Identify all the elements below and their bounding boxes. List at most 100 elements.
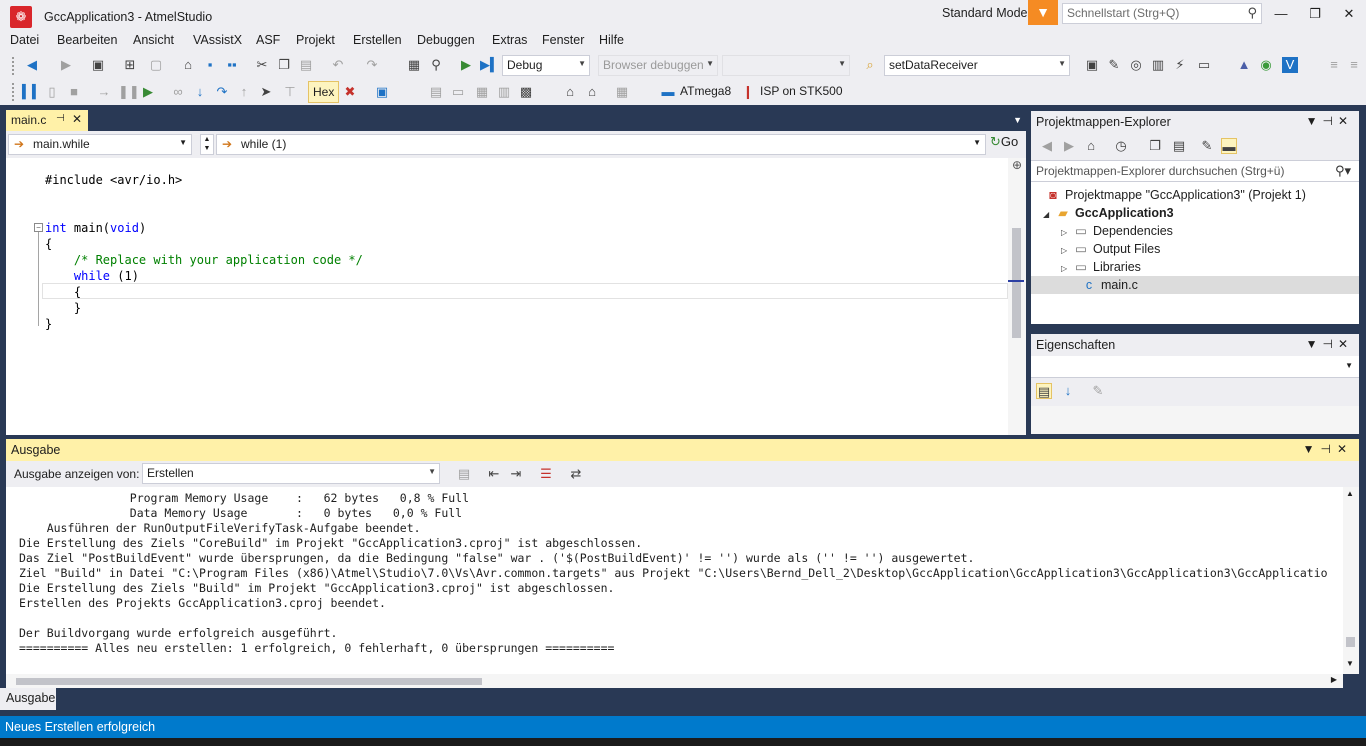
new-file-icon[interactable]: ▢ <box>148 57 164 73</box>
pin-icon[interactable]: ⊣ <box>56 113 65 124</box>
step-over-icon[interactable]: ↷ <box>214 84 230 100</box>
tree-item-libraries[interactable]: ▷ ▭ Libraries <box>1061 258 1141 276</box>
terminal-icon[interactable]: ▭ <box>1196 57 1212 73</box>
platform-combo[interactable]: ▼ <box>722 55 850 76</box>
back-icon[interactable]: ◀ <box>24 57 40 73</box>
output-source-combo[interactable]: Erstellen ▼ <box>142 463 440 484</box>
split-icon[interactable]: ⊕ <box>1010 158 1024 174</box>
tab-output[interactable]: Ausgabe <box>0 688 56 710</box>
mode-label[interactable]: Standard Mode <box>942 6 1027 20</box>
start-without-debugging-icon[interactable]: ▶▍ <box>480 57 500 73</box>
menu-fenster[interactable]: Fenster <box>542 33 584 47</box>
tree-item-dependencies[interactable]: ▷ ▭ Dependencies <box>1061 222 1173 240</box>
browser-debug-combo[interactable]: Browser debuggen ▼ <box>598 55 718 76</box>
close-icon[interactable]: ✕ <box>72 112 82 126</box>
output-horizontal-scrollbar[interactable]: ▶ <box>6 674 1343 688</box>
menu-ansicht[interactable]: Ansicht <box>133 33 174 47</box>
toolbar-grip[interactable] <box>12 57 16 75</box>
history-icon[interactable]: ◷ <box>1113 138 1129 154</box>
preview-icon[interactable]: ▬ <box>1221 138 1237 154</box>
find-in-files-icon[interactable]: ⌕ <box>862 57 878 73</box>
panel-controls[interactable]: ▼⊣✕ <box>1306 337 1353 351</box>
show-next-statement-icon[interactable]: ⊤ <box>282 84 298 100</box>
menu-erstellen[interactable]: Erstellen <box>353 33 402 47</box>
maximize-button[interactable]: ❐ <box>1300 2 1330 26</box>
tool-label[interactable]: ISP on STK500 <box>760 84 843 98</box>
forward-icon[interactable]: ▶ <box>58 57 74 73</box>
hex-toggle-button[interactable]: Hex <box>308 81 340 103</box>
menu-hilfe[interactable]: Hilfe <box>599 33 624 47</box>
continue-icon[interactable]: ▶ <box>140 84 156 100</box>
tree-item-output-files[interactable]: ▷ ▭ Output Files <box>1061 240 1160 258</box>
start-debugging-icon[interactable]: ▶ <box>458 57 474 73</box>
add-item-icon[interactable]: ⊞ <box>122 57 138 73</box>
scrollbar-thumb[interactable] <box>16 678 482 685</box>
menu-debuggen[interactable]: Debuggen <box>417 33 475 47</box>
copy-icon[interactable]: ❐ <box>276 57 292 73</box>
menu-asf[interactable]: ASF <box>256 33 280 47</box>
alphabetical-icon[interactable]: ↓ <box>1060 383 1076 399</box>
break-all-icon[interactable]: ▍▍ <box>22 84 42 100</box>
open-folder-icon[interactable]: ⌂ <box>180 57 196 73</box>
scroll-up-icon[interactable]: ▲ <box>1346 489 1354 498</box>
memory-view-icon[interactable]: ▦ <box>474 84 490 100</box>
find-message-icon[interactable]: ▤ <box>456 466 472 482</box>
scroll-down-icon[interactable]: ▼ <box>1346 659 1354 668</box>
code-editor[interactable]: #include <avr/io.h> int main(void) { /* … <box>24 158 1008 435</box>
pointer-icon[interactable]: ➤ <box>258 84 274 100</box>
show-all-files-icon[interactable]: ▤ <box>1171 138 1187 154</box>
tree-item-project[interactable]: ◢ ▰ GccApplication3 <box>1043 204 1174 222</box>
categorized-icon[interactable]: ▤ <box>1036 383 1052 399</box>
processor-icon[interactable]: ⌂ <box>562 84 578 100</box>
expanded-icon[interactable]: ◢ <box>1043 206 1055 224</box>
settings-icon[interactable]: ▦ <box>614 84 630 100</box>
reset-icon[interactable]: ∞ <box>170 84 186 100</box>
step-into-icon[interactable]: ↓ <box>192 84 208 100</box>
menu-projekt[interactable]: Projekt <box>296 33 335 47</box>
registers-icon[interactable]: ▭ <box>450 84 466 100</box>
menu-bearbeiten[interactable]: Bearbeiten <box>57 33 117 47</box>
properties-object-combo[interactable]: ▼ <box>1031 356 1359 378</box>
program-icon[interactable]: ⌂ <box>584 84 600 100</box>
wrench-icon[interactable]: ✎ <box>1199 138 1215 154</box>
tab-main-c[interactable]: main.c ⊣ ✕ <box>6 110 88 131</box>
tree-item-solution[interactable]: ◙ Projektmappe "GccApplication3" (Projekt… <box>1045 186 1306 204</box>
save-icon[interactable]: ▪ <box>202 57 218 73</box>
chevron-down-icon[interactable]: ▼ <box>1013 115 1022 125</box>
next-message-icon[interactable]: ⇥ <box>508 466 524 482</box>
panel-controls[interactable]: ▼⊣✕ <box>1303 442 1353 456</box>
undo-icon[interactable]: ↶ <box>330 57 346 73</box>
go-button[interactable]: ↻Go <box>990 134 1018 150</box>
watch-icon[interactable]: ▥ <box>496 84 512 100</box>
collapse-icon[interactable]: − <box>34 223 43 232</box>
globe-icon[interactable]: ◉ <box>1258 57 1274 73</box>
windows-icon[interactable]: ▣ <box>374 84 390 100</box>
redo-icon[interactable]: ↷ <box>364 57 380 73</box>
io-view-icon[interactable]: ▩ <box>518 84 534 100</box>
scrollbar-thumb[interactable] <box>1012 228 1021 338</box>
scrollbar-thumb[interactable] <box>1346 637 1355 647</box>
property-pages-icon[interactable]: ✎ <box>1090 383 1106 399</box>
save-all-icon[interactable]: ▪▪ <box>224 57 240 73</box>
tools-icon[interactable]: ⚡ <box>1172 57 1188 73</box>
previous-message-icon[interactable]: ⇤ <box>486 466 502 482</box>
output-text[interactable]: Program Memory Usage : 62 bytes 0,8 % Fu… <box>6 487 1343 674</box>
scope-spinner[interactable]: ▲ ▼ <box>200 134 214 155</box>
atmel-logo-icon[interactable]: ❁ <box>10 6 32 28</box>
close-button[interactable]: ✕ <box>1334 2 1364 26</box>
wrench-icon[interactable]: ✎ <box>1106 57 1122 73</box>
menu-extras[interactable]: Extras <box>492 33 527 47</box>
solution-explorer-search-input[interactable]: Projektmappen-Explorer durchsuchen (Strg… <box>1031 160 1359 182</box>
filter-icon[interactable]: ▼ <box>1028 0 1058 25</box>
outdent-icon[interactable]: ≡ <box>1346 57 1362 73</box>
disable-breakpoints-icon[interactable]: ✖ <box>342 84 358 100</box>
device-label[interactable]: ATmega8 <box>680 84 731 98</box>
step-out-icon[interactable]: ↑ <box>236 84 252 100</box>
menu-datei[interactable]: Datei <box>10 33 39 47</box>
find-icon[interactable]: ⚲ <box>428 57 444 73</box>
tool-icon[interactable]: ❙ <box>740 84 756 100</box>
menu-vassistx[interactable]: VAssistX <box>193 33 242 47</box>
vassist-icon[interactable]: V <box>1282 57 1298 73</box>
quick-launch-input[interactable]: Schnellstart (Strg+Q) ⚲ <box>1062 3 1262 24</box>
pause-icon[interactable]: ❚❚ <box>118 84 140 100</box>
